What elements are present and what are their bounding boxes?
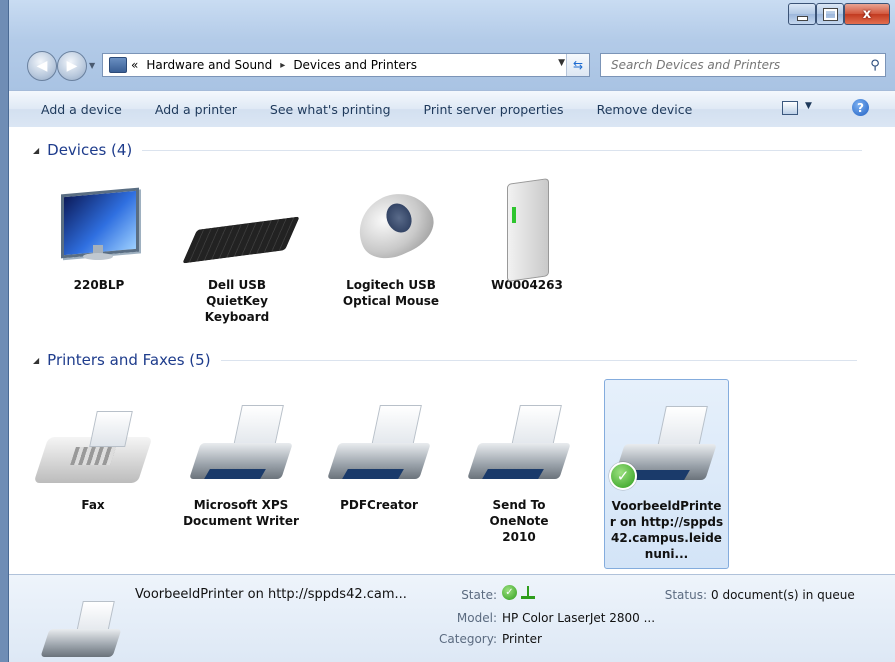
see-whats-printing-button[interactable]: See what's printing: [270, 102, 391, 117]
category-value: Printer: [502, 632, 542, 646]
refresh-icon: ⇆: [572, 58, 584, 72]
printers-group-header[interactable]: ◢ Printers and Faxes (5): [33, 351, 857, 369]
view-options-dropdown-icon[interactable]: ▼: [805, 101, 812, 111]
device-tile-mouse[interactable]: Logitech USB Optical Mouse: [331, 169, 451, 309]
model-label: Model:: [456, 611, 497, 625]
network-icon: [521, 585, 535, 600]
close-button[interactable]: x: [844, 3, 890, 25]
state-value: ✓: [502, 585, 535, 600]
breadcrumb-separator-icon[interactable]: ▸: [280, 60, 285, 71]
minimize-button[interactable]: [788, 3, 816, 25]
status-label: Status:: [664, 588, 707, 602]
command-bar: Add a device Add a printer See what's pr…: [9, 90, 895, 128]
devices-group-title: Devices (4): [47, 141, 133, 159]
group-divider: [220, 359, 857, 361]
printer-tile-xps[interactable]: Microsoft XPS Document Writer: [181, 389, 301, 529]
device-label: Dell USB QuietKey Keyboard: [204, 278, 270, 324]
add-printer-button[interactable]: Add a printer: [155, 102, 237, 117]
close-icon: x: [862, 6, 872, 22]
breadcrumb-devices-and-printers[interactable]: Devices and Printers: [293, 58, 417, 72]
printer-tile-voorbeeldprinter[interactable]: ✓ VoorbeeldPrinter on http://sppds42.cam…: [604, 379, 729, 569]
explorer-window: x ◀ ▶ ▼ « Hardware and Sound ▸ Devices a…: [8, 0, 895, 662]
control-panel-icon: [109, 57, 127, 73]
print-server-properties-button[interactable]: Print server properties: [424, 102, 564, 117]
state-ok-icon: ✓: [502, 585, 517, 600]
remove-device-button[interactable]: Remove device: [597, 102, 693, 117]
search-input[interactable]: [601, 57, 865, 73]
device-tile-computer[interactable]: W0004263: [467, 169, 587, 293]
device-tile-220blp[interactable]: 220BLP: [39, 169, 159, 293]
forward-button[interactable]: ▶: [57, 51, 87, 81]
devices-content-pane: ◢ Devices (4) 220BLP Dell USB QuietKey K…: [9, 127, 895, 574]
refresh-button[interactable]: ⇆: [566, 54, 589, 76]
address-bar[interactable]: « Hardware and Sound ▸ Devices and Print…: [102, 53, 590, 77]
device-label: W0004263: [491, 278, 563, 292]
device-label: 220BLP: [73, 278, 125, 292]
printer-tile-fax[interactable]: Fax: [33, 389, 153, 513]
maximize-icon: [822, 7, 838, 21]
printer-icon: [181, 389, 301, 497]
address-dropdown-icon[interactable]: ▼: [558, 58, 565, 68]
group-divider: [142, 149, 863, 151]
printer-label: PDFCreator: [340, 498, 418, 512]
computer-tower-icon: [467, 169, 587, 282]
printers-group-title: Printers and Faxes (5): [47, 351, 211, 369]
model-value: HP Color LaserJet 2800 ...: [502, 611, 656, 625]
devices-group-header[interactable]: ◢ Devices (4): [33, 141, 863, 159]
fax-icon: [33, 389, 153, 497]
printer-tile-onenote[interactable]: Send To OneNote 2010: [459, 389, 579, 545]
device-tile-keyboard[interactable]: Dell USB QuietKey Keyboard: [177, 169, 300, 325]
back-arrow-icon: ◀: [36, 58, 48, 74]
state-label: State:: [461, 588, 497, 602]
printer-label: Send To OneNote 2010: [489, 498, 549, 544]
printer-label: VoorbeeldPrinter on http://sppds42.campu…: [609, 499, 724, 561]
printer-icon: [319, 389, 439, 497]
collapse-triangle-icon[interactable]: ◢: [33, 146, 39, 155]
navigation-row: ◀ ▶ ▼ « Hardware and Sound ▸ Devices and…: [9, 47, 895, 83]
printer-icon: [39, 595, 123, 661]
breadcrumb-hardware-and-sound[interactable]: Hardware and Sound: [146, 58, 272, 72]
forward-arrow-icon: ▶: [66, 58, 78, 74]
back-button[interactable]: ◀: [27, 51, 57, 81]
details-title: VoorbeeldPrinter on http://sppds42.cam..…: [135, 587, 407, 602]
change-view-icon[interactable]: [782, 101, 798, 115]
recent-pages-dropdown[interactable]: ▼: [89, 61, 97, 70]
search-icon[interactable]: ⚲: [865, 58, 885, 73]
default-printer-check-icon: ✓: [609, 462, 637, 490]
search-box[interactable]: ⚲: [600, 53, 886, 77]
help-icon[interactable]: ?: [852, 99, 869, 116]
mouse-icon: [331, 169, 451, 277]
monitor-icon: [39, 169, 159, 277]
add-device-button[interactable]: Add a device: [41, 102, 122, 117]
printer-icon: ✓: [605, 390, 728, 498]
printer-label: Fax: [81, 498, 105, 512]
status-value: 0 document(s) in queue: [711, 588, 855, 602]
category-label: Category:: [439, 632, 497, 646]
minimize-icon: [796, 15, 808, 21]
collapse-triangle-icon[interactable]: ◢: [33, 356, 39, 365]
printer-label: Microsoft XPS Document Writer: [183, 498, 299, 528]
details-pane: VoorbeeldPrinter on http://sppds42.cam..…: [9, 574, 895, 662]
printer-tile-pdfcreator[interactable]: PDFCreator: [319, 389, 439, 513]
maximize-button[interactable]: [816, 3, 844, 25]
keyboard-icon: [177, 169, 300, 277]
breadcrumb-overflow[interactable]: «: [131, 58, 138, 72]
caption-buttons: x: [788, 3, 890, 25]
device-label: Logitech USB Optical Mouse: [342, 278, 440, 308]
printer-icon: [459, 389, 579, 497]
